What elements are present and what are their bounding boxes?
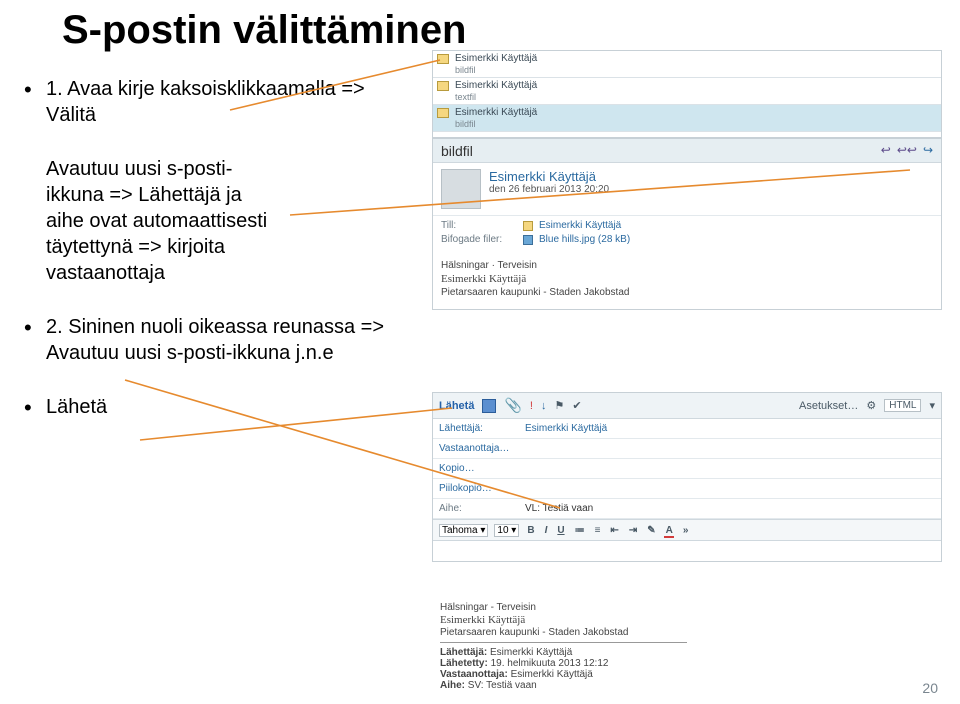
from-value: Esimerkki Käyttäjä	[525, 423, 935, 434]
importance-icon[interactable]: !	[530, 400, 533, 412]
forward-icon[interactable]: ↪	[923, 143, 933, 157]
italic-button[interactable]: I	[543, 525, 550, 536]
outdent-icon[interactable]: ⇤	[608, 525, 620, 536]
check-icon[interactable]: ✔	[572, 399, 581, 412]
meta-label: Lähetetty:	[440, 658, 488, 669]
body-line: Pietarsaaren kaupunki - Staden Jakobstad	[441, 287, 933, 298]
down-icon[interactable]: ↓	[541, 400, 547, 412]
from-label: Lähettäjä:	[439, 423, 525, 434]
message-sender: Esimerkki Käyttäjä	[455, 80, 937, 91]
from-name: Esimerkki Käyttäjä	[489, 169, 609, 184]
to-label: Till:	[441, 220, 517, 231]
attachment-value[interactable]: Blue hills.jpg (28 kB)	[539, 234, 630, 245]
compose-window: Lähetä 📎 ! ↓ ⚑ ✔ Asetukset… ⚙ HTML ▾ Läh…	[432, 392, 942, 562]
meta-value: Esimerkki Käyttäjä	[490, 647, 572, 658]
compose-body-preview: Hälsningar - Terveisin Esimerkki Käyttäj…	[432, 598, 942, 686]
body-line: Hälsningar - Terveisin	[440, 602, 934, 613]
avatar	[441, 169, 481, 209]
mail-icon	[437, 54, 449, 64]
bcc-input[interactable]	[525, 483, 935, 494]
message-row[interactable]: Esimerkki Käyttäjä bildfil	[433, 51, 941, 78]
subject-input[interactable]	[525, 503, 935, 514]
more-icon[interactable]: »	[681, 525, 691, 536]
meta-value: SV: Testiä vaan	[468, 680, 537, 691]
compose-toolbar: Lähetä 📎 ! ↓ ⚑ ✔ Asetukset… ⚙ HTML ▾	[433, 393, 941, 419]
compose-fields: Lähettäjä: Esimerkki Käyttäjä Vastaanott…	[433, 419, 941, 519]
save-icon[interactable]	[482, 399, 496, 413]
from-date: den 26 februari 2013 20:20	[489, 184, 609, 195]
preview-fields: Till: Esimerkki Käyttäjä Bifogade filer:…	[433, 216, 941, 252]
preview-pane: bildfil ↩ ↩↩ ↪ Esimerkki Käyttäjä den 26…	[432, 138, 942, 310]
bullet-2-line1: Avautuu uusi s-posti-	[46, 158, 232, 180]
highlight-icon[interactable]: ✎	[645, 525, 657, 536]
bullet-1: 1. Avaa kirje kaksoisklikkaamalla => Väl…	[24, 76, 414, 128]
message-sender: Esimerkki Käyttäjä	[455, 107, 937, 118]
preview-header: bildfil ↩ ↩↩ ↪	[433, 139, 941, 163]
message-subject: textfil	[455, 92, 937, 102]
image-icon	[523, 235, 533, 245]
dropdown-icon[interactable]: ▾	[929, 399, 935, 412]
mail-icon	[437, 108, 449, 118]
body-line: Pietarsaaren kaupunki - Staden Jakobstad	[440, 627, 934, 638]
preview-from: Esimerkki Käyttäjä den 26 februari 2013 …	[433, 163, 941, 216]
underline-button[interactable]: U	[555, 525, 566, 536]
bullet-2-line4: täytettynä => kirjoita	[46, 236, 225, 258]
bullet-3: 2. Sininen nuoli oikeassa reunassa => Av…	[24, 314, 414, 366]
send-button[interactable]: Lähetä	[439, 400, 474, 412]
indent-icon[interactable]: ⇥	[627, 525, 639, 536]
subject-label: Aihe:	[439, 503, 525, 514]
meta-label: Vastaanottaja:	[440, 669, 508, 680]
slide-title: S-postin välittäminen	[62, 8, 467, 53]
message-row-selected[interactable]: Esimerkki Käyttäjä bildfil	[433, 105, 941, 132]
flag-icon[interactable]: ⚑	[554, 399, 564, 412]
format-toolbar: Tahoma ▾ 10 ▾ B I U ≔ ≡ ⇤ ⇥ ✎ A »	[433, 519, 941, 541]
divider	[440, 642, 687, 643]
message-subject: bildfil	[455, 65, 937, 75]
attachment-label: Bifogade filer:	[441, 234, 517, 245]
meta-value: Esimerkki Käyttäjä	[511, 669, 593, 680]
to-label[interactable]: Vastaanottaja…	[439, 443, 525, 454]
bullet-4: Lähetä	[24, 394, 414, 420]
to-value: Esimerkki Käyttäjä	[539, 220, 621, 231]
bullet-2-line2: ikkuna => Lähettäjä ja	[46, 184, 242, 206]
mail-icon	[437, 81, 449, 91]
bcc-label[interactable]: Piilokopio…	[439, 483, 525, 494]
meta-label: Lähettäjä:	[440, 647, 487, 658]
page-number: 20	[922, 680, 938, 696]
signature: Esimerkki Käyttäjä	[441, 273, 933, 285]
attach-icon[interactable]: 📎	[504, 397, 521, 414]
preview-subject: bildfil	[441, 143, 473, 159]
message-subject: bildfil	[455, 119, 937, 129]
body-line: Hälsningar · Terveisin	[441, 260, 933, 271]
size-select[interactable]: 10 ▾	[494, 524, 519, 537]
font-select[interactable]: Tahoma ▾	[439, 524, 488, 537]
to-input[interactable]	[525, 443, 935, 454]
gear-icon[interactable]: ⚙	[866, 399, 876, 412]
message-row[interactable]: Esimerkki Käyttäjä textfil	[433, 78, 941, 105]
mail-icon	[523, 221, 533, 231]
cc-input[interactable]	[525, 463, 935, 474]
message-list: Esimerkki Käyttäjä bildfil Esimerkki Käy…	[432, 50, 942, 138]
cc-label[interactable]: Kopio…	[439, 463, 525, 474]
reply-icon[interactable]: ↩	[881, 143, 891, 157]
meta-label: Aihe:	[440, 680, 465, 691]
settings-button[interactable]: Asetukset…	[799, 400, 858, 412]
bullet-list: 1. Avaa kirje kaksoisklikkaamalla => Väl…	[24, 76, 414, 448]
preview-body: Hälsningar · Terveisin Esimerkki Käyttäj…	[433, 252, 941, 306]
html-toggle[interactable]: HTML	[884, 399, 921, 412]
bullets-icon[interactable]: ≔	[573, 525, 587, 536]
message-sender: Esimerkki Käyttäjä	[455, 53, 937, 64]
meta-value: 19. helmikuuta 2013 12:12	[491, 658, 609, 669]
reply-all-icon[interactable]: ↩↩	[897, 143, 917, 157]
numbering-icon[interactable]: ≡	[593, 525, 603, 536]
bold-button[interactable]: B	[525, 525, 536, 536]
bullet-2-line5: vastaanottaja	[46, 262, 165, 284]
bullet-2-line3: aihe ovat automaattisesti	[46, 210, 267, 232]
bullet-2: Avautuu uusi s-posti- ikkuna => Lähettäj…	[24, 156, 414, 286]
signature: Esimerkki Käyttäjä	[440, 614, 934, 626]
fontcolor-icon[interactable]: A	[664, 525, 675, 536]
